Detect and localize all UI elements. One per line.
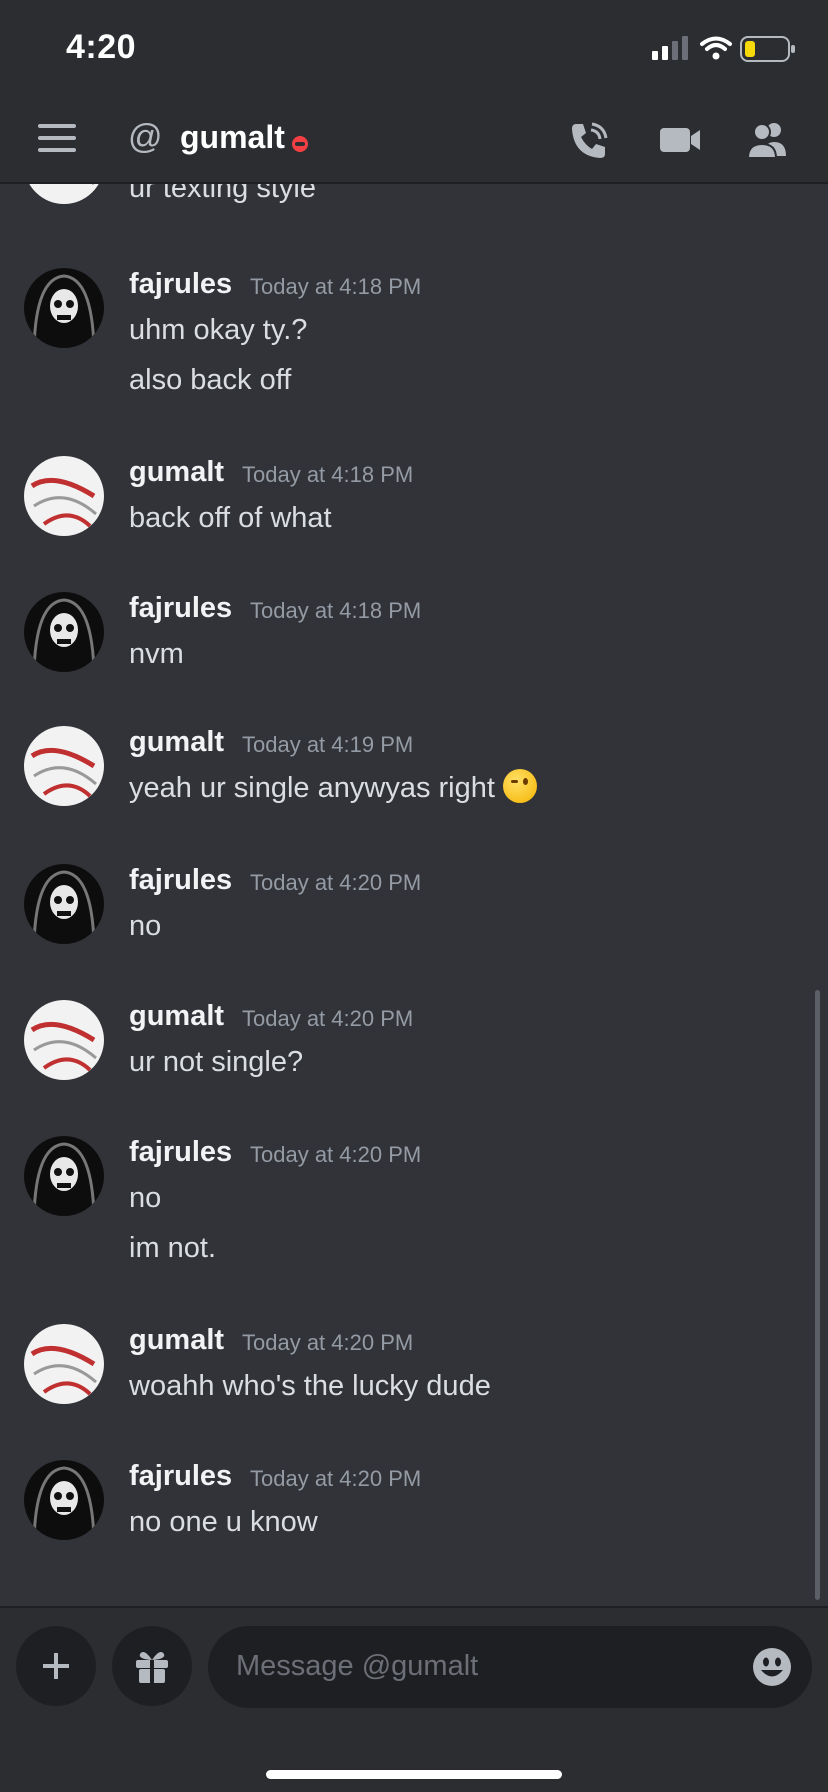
message-text: im not. (129, 1232, 217, 1264)
message-timestamp: Today at 4:20 PM (242, 1006, 414, 1031)
message-author[interactable]: gumalt (129, 1000, 224, 1033)
gift-icon (136, 1652, 168, 1683)
message-input-placeholder: Message @gumalt (236, 1650, 479, 1682)
avatar[interactable] (24, 268, 104, 348)
avatar[interactable] (24, 1324, 104, 1404)
message-text: woahh who's the lucky dude (129, 1370, 491, 1402)
message-list[interactable]: ur texting style fajrules Today at 4:18 … (0, 184, 828, 1606)
message-author[interactable]: fajrules (129, 268, 232, 301)
message-text: uhm okay ty.? (129, 314, 308, 346)
battery-icon (740, 36, 795, 62)
message-composer: Message @gumalt (0, 1606, 828, 1792)
message-timestamp: Today at 4:20 PM (250, 1142, 422, 1167)
voice-call-icon[interactable] (566, 118, 610, 162)
emoji-picker-icon[interactable] (752, 1647, 792, 1687)
gift-button[interactable] (112, 1626, 192, 1706)
message-text: nvm (129, 638, 184, 670)
wifi-icon (700, 36, 732, 60)
status-time: 4:20 (66, 28, 137, 66)
video-call-icon[interactable] (658, 118, 702, 162)
avatar[interactable] (24, 1460, 104, 1540)
message-timestamp: Today at 4:20 PM (250, 1466, 422, 1491)
status-bar: 4:20 (0, 0, 828, 94)
menu-icon[interactable] (38, 124, 76, 152)
message-text: also back off (129, 364, 292, 396)
at-icon: @ (128, 118, 163, 156)
winking-face-emoji-icon (502, 769, 537, 804)
avatar[interactable] (24, 184, 104, 204)
message-timestamp: Today at 4:18 PM (250, 274, 422, 299)
avatar[interactable] (24, 1136, 104, 1216)
avatar[interactable] (24, 456, 104, 536)
message-timestamp: Today at 4:20 PM (242, 1330, 414, 1355)
avatar[interactable] (24, 592, 104, 672)
members-icon[interactable] (746, 118, 790, 162)
message-input[interactable]: Message @gumalt (208, 1626, 812, 1708)
message-text: no one u know (129, 1506, 318, 1538)
message-author[interactable]: fajrules (129, 592, 232, 625)
home-indicator[interactable] (266, 1770, 562, 1779)
message-text: ur not single? (129, 1046, 304, 1078)
cellular-signal-icon (652, 36, 688, 60)
message-author[interactable]: fajrules (129, 864, 232, 897)
message-text: no (129, 910, 162, 942)
message-timestamp: Today at 4:20 PM (250, 870, 422, 895)
message-text-content: yeah ur single anywyas right (129, 772, 495, 804)
avatar[interactable] (24, 726, 104, 806)
dnd-status-icon (292, 136, 308, 152)
message-timestamp: Today at 4:18 PM (250, 598, 422, 623)
message-text: no (129, 1182, 162, 1214)
add-attachment-button[interactable] (16, 1626, 96, 1706)
message-text: back off of what (129, 502, 332, 534)
message-timestamp: Today at 4:18 PM (242, 462, 414, 487)
message-author[interactable]: gumalt (129, 726, 224, 759)
message-timestamp: Today at 4:19 PM (242, 732, 414, 757)
message-text: ur texting style (129, 184, 316, 204)
dm-username[interactable]: gumalt (180, 119, 285, 156)
avatar[interactable] (24, 1000, 104, 1080)
message-author[interactable]: fajrules (129, 1136, 232, 1169)
message-author[interactable]: gumalt (129, 1324, 224, 1357)
channel-header: @ gumalt (0, 94, 828, 184)
avatar[interactable] (24, 864, 104, 944)
message-author[interactable]: fajrules (129, 1460, 232, 1493)
scrollbar[interactable] (815, 990, 820, 1600)
message-text: yeah ur single anywyas right (129, 769, 537, 806)
message-author[interactable]: gumalt (129, 456, 224, 489)
